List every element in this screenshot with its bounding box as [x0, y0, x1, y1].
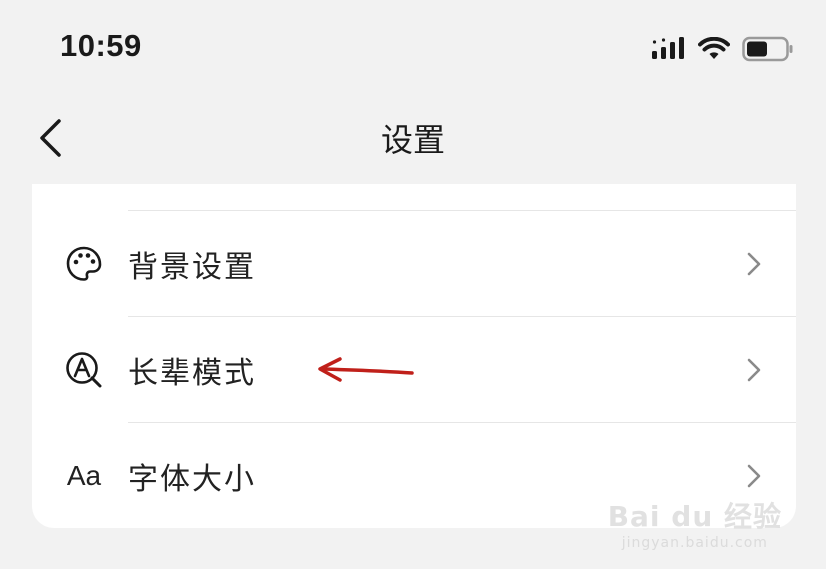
chevron-right-icon	[744, 250, 764, 278]
watermark: Bai du 经验 jingyan.baidu.com	[608, 495, 782, 551]
chevron-right-icon	[744, 356, 764, 384]
settings-item-label: 背景设置	[128, 250, 256, 285]
status-icons	[652, 36, 794, 66]
page-title: 设置	[380, 121, 445, 159]
elder-mode-icon	[64, 350, 104, 390]
settings-item-label: 长辈模式	[128, 356, 256, 391]
battery-icon	[742, 36, 794, 66]
watermark-main: Bai du 经验	[607, 500, 782, 533]
font-size-icon: Aa	[66, 460, 102, 491]
wifi-icon	[698, 36, 730, 65]
red-arrow-icon	[314, 356, 416, 388]
chevron-right-icon	[744, 462, 764, 490]
watermark-sub: jingyan.baidu.com	[621, 535, 768, 551]
settings-item-label: 字体大小	[128, 462, 256, 497]
palette-icon	[64, 244, 104, 284]
status-time: 10:59	[60, 28, 142, 63]
cellular-signal-icon	[652, 37, 686, 65]
settings-item-background[interactable]: 背景设置	[32, 211, 796, 317]
